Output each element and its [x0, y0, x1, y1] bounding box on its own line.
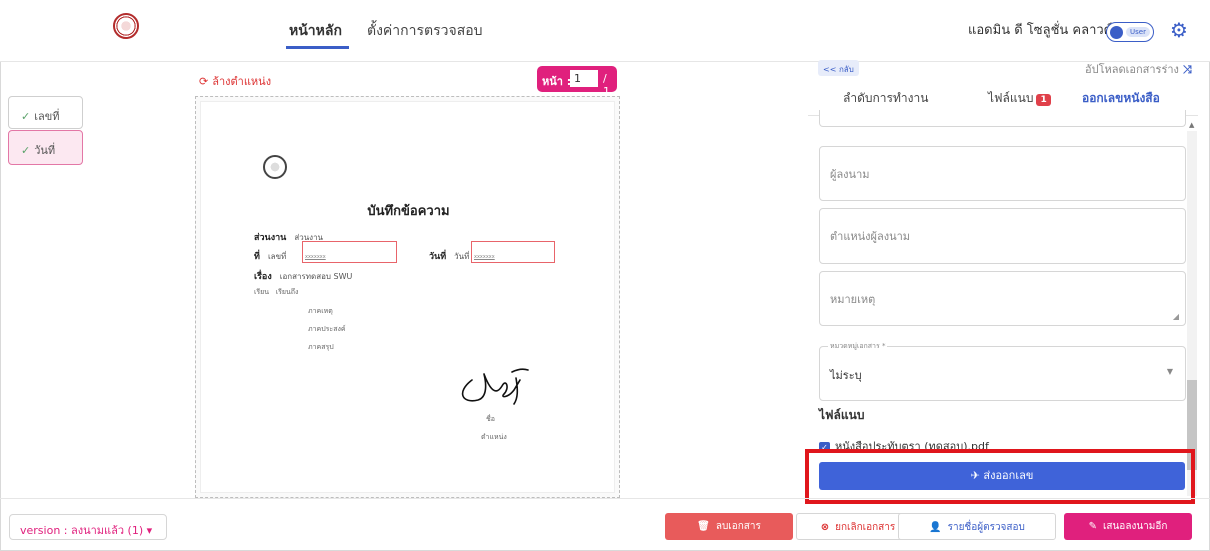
category-label: หมวดหมู่เอกสาร * [828, 341, 888, 352]
delete-label: ลบเอกสาร [715, 521, 761, 532]
reset-position-link[interactable]: ⟳ ล้างตำแหน่ง [199, 72, 271, 90]
page-label: หน้า : [542, 75, 572, 88]
partial-field[interactable] [819, 110, 1186, 127]
resize-handle-icon[interactable]: ◢ [1173, 312, 1179, 321]
toggle-knob [1110, 26, 1123, 39]
page-total: / 1 [603, 72, 610, 98]
date-label: วันที่ [429, 252, 447, 262]
body-line: ภาคประสงค์ [308, 325, 346, 333]
user-edit-icon: 👤 [929, 522, 942, 533]
checklist-item-number[interactable]: ✓ เลขที่ [8, 96, 83, 129]
propose-sign-again-button[interactable]: ✎ เสนอลงนามอีก [1064, 513, 1192, 540]
nav-home-tab[interactable]: หน้าหลัก [289, 20, 342, 42]
reviewers-list-button[interactable]: 👤 รายชื่อผู้ตรวจสอบ [898, 513, 1056, 540]
check-icon: ✓ [21, 144, 31, 157]
version-label: version : ลงนามแล้ว (1) [20, 524, 144, 537]
body-line: ภาคเหตุ [308, 307, 333, 315]
signature-image [461, 368, 529, 405]
tab-workflow[interactable]: ลำดับการทำงาน [843, 89, 928, 108]
tab-attachments-label: ไฟล์แนบ [988, 91, 1034, 105]
top-bar: หน้าหลัก ตั้งค่าการตรวจสอบ แอดมิน ดี โซล… [0, 0, 1210, 62]
attachments-title: ไฟล์แนบ [819, 408, 865, 422]
date-value: วันที่ [454, 252, 470, 261]
signer-position: ตำแหน่ง [481, 433, 507, 441]
signer-name: ชื่อ [486, 415, 495, 423]
reviewers-label: รายชื่อผู้ตรวจสอบ [947, 522, 1025, 533]
scroll-up-arrow-icon[interactable]: ▲ [1189, 121, 1194, 129]
reset-label: ล้างตำแหน่ง [212, 75, 272, 88]
role-toggle[interactable]: User [1106, 22, 1154, 42]
version-select[interactable]: version : ลงนามแล้ว (1) ▾ [9, 514, 167, 540]
upload-label: อัปโหลดเอกสารร่าง [1085, 63, 1179, 76]
date-row: วันที่ วันที่ [429, 249, 469, 263]
university-logo-icon [113, 13, 139, 39]
number-value: เลขที่ [267, 252, 287, 261]
number-placeholder-box[interactable]: xxxxxxx [302, 241, 397, 263]
trash-icon: 🗑 [697, 521, 710, 532]
date-placeholder-box[interactable]: xxxxxxx [471, 241, 555, 263]
upload-draft-link[interactable]: อัปโหลดเอกสารร่าง ⤨ [1085, 60, 1192, 78]
placeholder-text: xxxxxxx [305, 254, 326, 260]
document-page: บันทึกข้อความ ส่วนงาน ส่วนงาน ที่ เลขที่ x… [200, 101, 615, 493]
subject-value: เอกสารทดสอบ SWU [279, 272, 353, 281]
category-select[interactable]: หมวดหมู่เอกสาร * ไม่ระบุ ▼ [819, 341, 1186, 401]
signer-placeholder: ผู้ลงนาม [830, 168, 870, 181]
propose-label: เสนอลงนามอีก [1102, 521, 1168, 532]
footer-divider [0, 498, 1210, 499]
tab-attachments[interactable]: ไฟล์แนบ 1 [988, 89, 1051, 108]
checklist-item-date[interactable]: ✓ วันที่ [8, 130, 83, 165]
shuffle-icon: ⤨ [1182, 63, 1192, 76]
dept-label: ส่วนงาน [254, 233, 287, 243]
placeholder-text: xxxxxxx [474, 254, 495, 260]
nav-review-settings-tab[interactable]: ตั้งค่าการตรวจสอบ [367, 20, 483, 42]
sign-document-icon: ✎ [1088, 521, 1097, 532]
signer-position-field[interactable]: ตำแหน่งผู้ลงนาม [819, 208, 1186, 264]
subject-row: เรื่อง เอกสารทดสอบ SWU [254, 269, 352, 283]
page-number-input[interactable]: 1 [570, 70, 598, 87]
to-label: เรียน [254, 288, 270, 296]
checklist-label: วันที่ [34, 144, 56, 157]
checklist-label: เลขที่ [34, 110, 60, 123]
signer-position-placeholder: ตำแหน่งผู้ลงนาม [830, 230, 911, 243]
cancel-label: ยกเลิกเอกสาร [835, 522, 896, 533]
check-icon: ✓ [21, 110, 31, 123]
chevron-down-icon: ▼ [1166, 367, 1173, 376]
caret-down-icon: ▾ [146, 524, 153, 537]
page-indicator: หน้า : 1 / 1 [537, 66, 617, 98]
delete-document-button[interactable]: 🗑 ลบเอกสาร [665, 513, 793, 540]
back-button[interactable]: << กลับ [818, 60, 859, 76]
to-value: เรียนถึง [275, 288, 299, 296]
to-row: เรียน เรียนถึง [254, 287, 298, 298]
user-name: แอดมิน ดี โซลูชั่น คลาวด์ [968, 23, 1113, 38]
close-circle-icon: ⊗ [820, 522, 830, 533]
number-row: ที่ เลขที่ [254, 249, 286, 263]
highlight-box [805, 449, 1195, 504]
attachment-count-badge: 1 [1036, 94, 1051, 106]
refresh-icon: ⟳ [199, 75, 209, 88]
tab-issue-number[interactable]: ออกเลขหนังสือ [1082, 89, 1160, 108]
garuda-seal-icon [263, 155, 287, 179]
toggle-label: User [1126, 27, 1150, 37]
note-textarea[interactable]: หมายเหตุ ◢ [819, 271, 1186, 326]
category-value: ไม่ระบุ [830, 369, 862, 382]
signer-field[interactable]: ผู้ลงนาม [819, 146, 1186, 201]
document-title: บันทึกข้อความ [367, 204, 450, 219]
gear-icon[interactable]: ⚙ [1170, 20, 1188, 40]
subject-label: เรื่อง [254, 272, 272, 282]
document-canvas: บันทึกข้อความ ส่วนงาน ส่วนงาน ที่ เลขที่ x… [195, 96, 620, 498]
body-line: ภาคสรุป [308, 343, 334, 351]
note-placeholder: หมายเหตุ [830, 293, 876, 306]
nav-active-underline [286, 46, 349, 49]
number-label: ที่ [254, 252, 260, 262]
